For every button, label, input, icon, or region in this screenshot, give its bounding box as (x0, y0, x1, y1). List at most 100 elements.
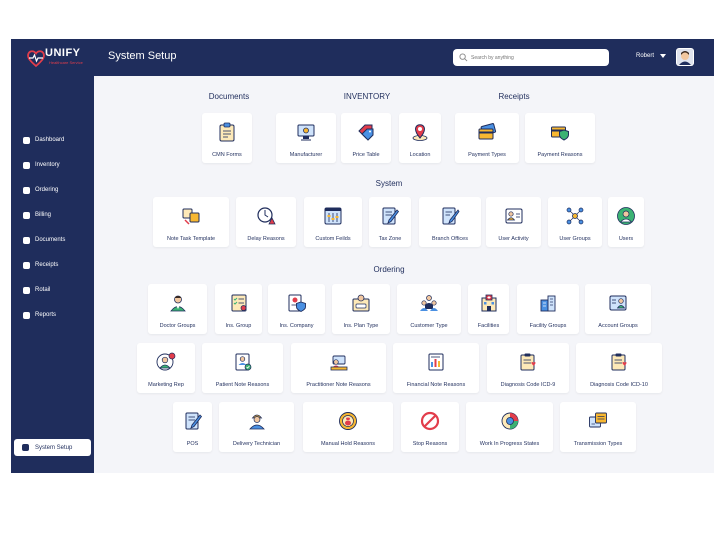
sidebar-item-label: Billing (35, 212, 52, 218)
tile-user-activity[interactable]: User Activity (486, 197, 541, 247)
sidebar-item-billing[interactable]: Billing (23, 209, 51, 221)
tile-tax-zone[interactable]: Tax Zone (369, 197, 411, 247)
tile-custom-feilds[interactable]: Custom Feilds (304, 197, 362, 247)
tile-delivery-technician[interactable]: Delivery Technician (219, 402, 294, 452)
sidebar-item-ordering[interactable]: Ordering (23, 184, 58, 196)
sidebar-item-receipts[interactable]: Receipts (23, 259, 58, 271)
top-bar: UNIFY Healthcare Service System Setup Ro… (11, 39, 714, 76)
billing-icon (23, 211, 30, 219)
tile-diagnosis-code-icd10[interactable]: Diagnosis Code ICD-10 (576, 343, 662, 393)
tile-delay-reasons[interactable]: Delay Reasons (236, 197, 296, 247)
tile-user-groups[interactable]: User Groups (548, 197, 602, 247)
avatar[interactable] (676, 48, 694, 66)
user-icon (617, 207, 635, 225)
tile-cmn-forms[interactable]: CMN Forms (202, 113, 252, 163)
tile-label: User Activity (498, 236, 529, 242)
tile-label: Custom Feilds (315, 236, 351, 242)
tile-manual-hold-reasons[interactable]: Manual Hold Reasons (303, 402, 393, 452)
reports-icon (23, 311, 30, 319)
price-tag-icon (358, 124, 374, 141)
tile-work-in-progress-states[interactable]: Work In Progress States (466, 402, 553, 452)
retail-icon (23, 286, 30, 294)
chevron-down-icon[interactable] (660, 54, 666, 58)
tile-label: POS (186, 441, 199, 447)
tile-label: Manufacturer (289, 152, 323, 158)
sidebar: Dashboard Inventory Ordering Billing Doc… (11, 76, 94, 473)
sidebar-item-label: Rotail (35, 287, 51, 293)
tile-practitioner-note-reasons[interactable]: Practitioner Note Reasons (291, 343, 386, 393)
document-pen-icon (382, 207, 400, 225)
tile-transmission-types[interactable]: Transmission Types (560, 402, 636, 452)
financial-report-icon (428, 353, 444, 371)
tile-users[interactable]: Users (608, 197, 644, 247)
tile-diagnosis-code-icd9[interactable]: Diagnosis Code ICD-9 (487, 343, 569, 393)
tile-label: Transmission Types (573, 441, 623, 447)
tile-payment-types[interactable]: Payment Types (455, 113, 519, 163)
brand-logo[interactable]: UNIFY Healthcare Service (27, 46, 87, 70)
tile-label: Delivery Technician (232, 441, 281, 447)
tile-label: Price Table (352, 152, 380, 158)
tile-label: CMN Forms (212, 152, 242, 158)
tile-customer-type[interactable]: Customer Type (397, 284, 461, 334)
dashboard-icon (23, 136, 30, 144)
tile-payment-reasons[interactable]: Payment Reasons (525, 113, 595, 163)
tile-label: Users (618, 236, 634, 242)
monitor-gear-icon (297, 124, 315, 141)
tile-pos[interactable]: POS (173, 402, 212, 452)
tile-label: Facility Groups (529, 323, 567, 329)
tile-label: Ins. Plan Type (343, 323, 379, 329)
main-content: Documents INVENTORY Receipts CMN Forms M… (94, 76, 714, 473)
sidebar-item-dashboard[interactable]: Dashboard (23, 134, 64, 146)
tile-stop-reasons[interactable]: Stop Reasons (401, 402, 459, 452)
user-card-icon (505, 208, 522, 224)
tile-manufacturer[interactable]: Manufacturer (276, 113, 336, 163)
sidebar-item-rotail[interactable]: Rotail (23, 284, 50, 296)
tile-label: Practitioner Note Reasons (306, 382, 371, 388)
page-title: System Setup (108, 50, 177, 62)
user-name[interactable]: Robert (636, 53, 654, 59)
settings-icon (22, 444, 29, 451)
sidebar-item-inventory[interactable]: Inventory (23, 159, 60, 171)
documents-icon (23, 236, 30, 244)
tile-label: Facilities (477, 323, 500, 329)
tile-label: Financial Note Reasons (406, 382, 466, 388)
tile-branch-offices[interactable]: Branch Offices (419, 197, 481, 247)
sidebar-item-label: Inventory (35, 162, 60, 168)
sidebar-item-reports[interactable]: Reports (23, 309, 56, 321)
tile-account-groups[interactable]: Account Groups (585, 284, 651, 334)
tile-facilities[interactable]: Facilities (468, 284, 509, 334)
section-title-ordering: Ordering (373, 265, 405, 274)
ordering-icon (23, 186, 30, 194)
tile-note-task-template[interactable]: Note Task Template (153, 197, 229, 247)
tile-ins-company[interactable]: Ins. Company (268, 284, 325, 334)
tile-label: Branch Offices (432, 236, 468, 242)
sliders-window-icon (324, 207, 342, 225)
brand-name: UNIFY (45, 47, 81, 59)
tile-facility-groups[interactable]: Facility Groups (517, 284, 579, 334)
tile-ins-plan-type[interactable]: Ins. Plan Type (332, 284, 390, 334)
tile-doctor-groups[interactable]: Doctor Groups (148, 284, 207, 334)
cards-icon (478, 123, 497, 140)
clipboard-icon (219, 122, 235, 142)
tile-marketing-rep[interactable]: Marketing Rep (137, 343, 195, 393)
sidebar-item-documents[interactable]: Documents (23, 234, 65, 246)
tile-patient-note-reasons[interactable]: Patient Note Reasons (202, 343, 283, 393)
tile-financial-note-reasons[interactable]: Financial Note Reasons (393, 343, 479, 393)
checklist-icon (231, 294, 246, 312)
tile-location[interactable]: Location (399, 113, 441, 163)
user-network-icon (566, 207, 584, 225)
sidebar-item-label: Dashboard (35, 137, 65, 143)
sidebar-item-label: Ordering (35, 187, 59, 193)
search-input[interactable] (471, 51, 603, 64)
tile-ins-group[interactable]: Ins. Group (215, 284, 262, 334)
sidebar-item-label: Receipts (35, 262, 59, 268)
tile-label: Diagnosis Code ICD-10 (590, 382, 648, 388)
sidebar-item-label: Documents (35, 237, 66, 243)
money-bag-icon (339, 412, 357, 430)
heart-pulse-icon (27, 50, 45, 68)
clock-warning-icon (257, 207, 276, 225)
sidebar-item-system-setup[interactable]: System Setup (14, 439, 91, 456)
tile-price-table[interactable]: Price Table (341, 113, 391, 163)
folder-user-icon (352, 294, 370, 312)
search-box[interactable] (453, 49, 609, 66)
